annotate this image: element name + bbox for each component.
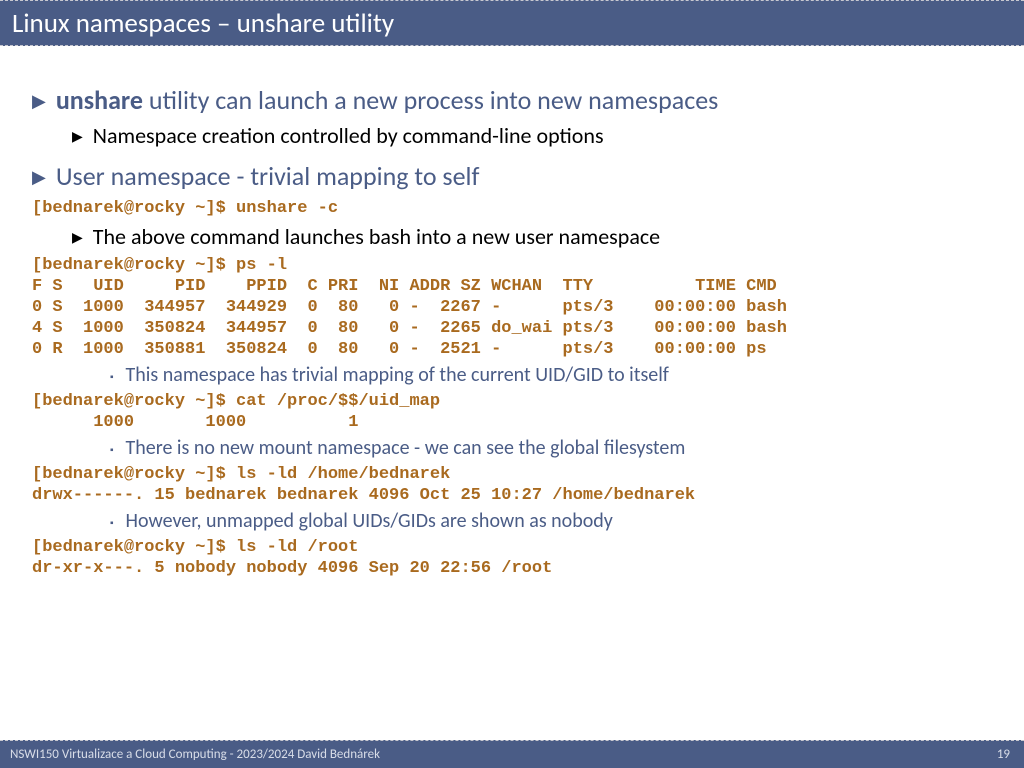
code-block: [bednarek@rocky ~]$ unshare -c	[32, 198, 1004, 219]
triangle-right-icon: ▶	[72, 225, 83, 251]
triangle-right-icon: ▶	[72, 124, 83, 150]
bold-keyword: unshare	[56, 84, 143, 116]
code-block: [bednarek@rocky ~]$ ps -l F S UID PID PP…	[32, 255, 1004, 360]
bullet-lvl2: ▶ The above command launches bash into a…	[72, 223, 1004, 251]
bullet-text: Namespace creation controlled by command…	[93, 122, 604, 150]
footer-bar: NSWI150 Virtualizace a Cloud Computing -…	[0, 740, 1024, 768]
bullet-lvl3: ▪ However, unmapped global UIDs/GIDs are…	[110, 508, 1004, 535]
triangle-right-icon: ▶	[32, 86, 46, 116]
square-bullet-icon: ▪	[110, 438, 114, 462]
bullet-text: This namespace has trivial mapping of th…	[126, 362, 669, 388]
bullet-lvl1: ▶ User namespace - trivial mapping to se…	[32, 160, 1004, 192]
slide-title: Linux namespaces – unshare utility	[12, 7, 394, 40]
bullet-text: However, unmapped global UIDs/GIDs are s…	[126, 508, 613, 534]
footer-course-info: NSWI150 Virtualizace a Cloud Computing -…	[10, 747, 380, 762]
slide-body: ▶ unshare utility can launch a new proce…	[0, 46, 1024, 579]
slide-number: 19	[997, 747, 1010, 762]
code-block: [bednarek@rocky ~]$ cat /proc/$$/uid_map…	[32, 391, 1004, 433]
code-block: [bednarek@rocky ~]$ ls -ld /home/bednare…	[32, 464, 1004, 506]
bullet-text: User namespace - trivial mapping to self	[56, 160, 480, 192]
bullet-text: There is no new mount namespace - we can…	[126, 435, 686, 461]
bullet-lvl1: ▶ unshare utility can launch a new proce…	[32, 84, 1004, 116]
code-block: [bednarek@rocky ~]$ ls -ld /root dr-xr-x…	[32, 537, 1004, 579]
bullet-text: The above command launches bash into a n…	[93, 223, 660, 251]
square-bullet-icon: ▪	[110, 365, 114, 389]
title-bar: Linux namespaces – unshare utility	[0, 0, 1024, 46]
bullet-text: unshare utility can launch a new process…	[56, 84, 718, 116]
bullet-lvl3: ▪ This namespace has trivial mapping of …	[110, 362, 1004, 389]
bullet-lvl2: ▶ Namespace creation controlled by comma…	[72, 122, 1004, 150]
bullet-lvl3: ▪ There is no new mount namespace - we c…	[110, 435, 1004, 462]
bullet-text-rest: utility can launch a new process into ne…	[143, 84, 718, 116]
square-bullet-icon: ▪	[110, 511, 114, 535]
slide: Linux namespaces – unshare utility ▶ uns…	[0, 0, 1024, 768]
triangle-right-icon: ▶	[32, 162, 46, 192]
